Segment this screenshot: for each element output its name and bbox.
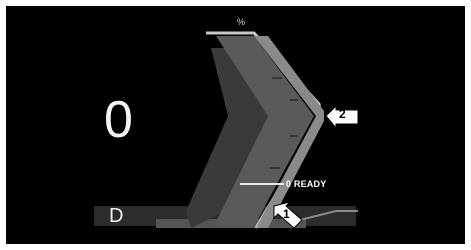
gear-indicator: D [109, 205, 124, 227]
speed-readout: 0 [104, 91, 133, 149]
cluster-frame: % 0 D 0 READY 1 2 [0, 0, 471, 250]
power-unit-label: % [237, 17, 246, 27]
instrument-cluster-display: % 0 D 0 READY 1 2 [6, 6, 465, 244]
callout-number-1: 1 [283, 207, 290, 221]
power-gauge [94, 31, 359, 229]
ready-status: 0 READY [286, 179, 327, 189]
callout-number-2: 2 [339, 107, 346, 121]
